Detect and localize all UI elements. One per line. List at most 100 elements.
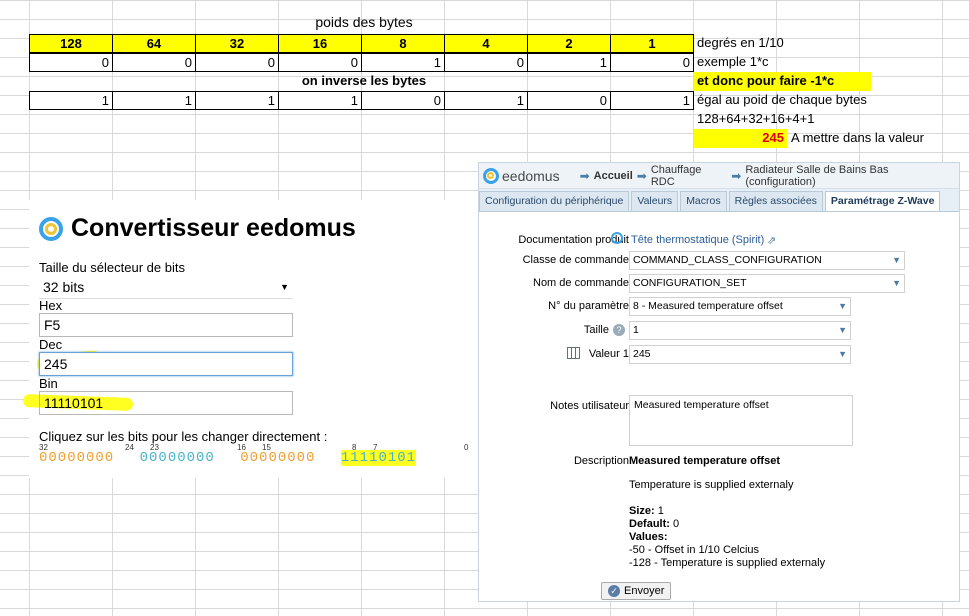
tab-values[interactable]: Valeurs: [631, 191, 679, 211]
notes-label: Notes utilisateur: [550, 400, 629, 412]
hex-input[interactable]: F5: [39, 313, 293, 337]
weight-cell[interactable]: 2: [528, 34, 611, 53]
bit-cell[interactable]: 1: [29, 91, 113, 110]
converter-title-text: Convertisseur eedomus: [71, 214, 356, 242]
size-key: Size:: [629, 505, 655, 517]
bit-cell[interactable]: 0: [445, 53, 528, 72]
external-link-icon[interactable]: ⇗: [767, 234, 776, 247]
weight-cell[interactable]: 8: [362, 34, 445, 53]
desc-details: Size: 1 Default: 0 Values: -50 - Offset …: [629, 505, 825, 570]
weight-cell[interactable]: 4: [445, 34, 528, 53]
command-class-select[interactable]: COMMAND_CLASS_CONFIGURATION ▼: [629, 250, 905, 270]
bit-cell[interactable]: 1: [445, 91, 528, 110]
doc-label: Documentation produit: [518, 234, 629, 246]
bit-selector: 00000000 00000000 00000000 11110101: [39, 450, 417, 466]
weight-cell[interactable]: 64: [113, 34, 196, 53]
converter-title: Convertisseur eedomus: [39, 214, 356, 243]
bit-cell[interactable]: 0: [113, 53, 196, 72]
default-key: Default:: [629, 518, 670, 530]
bit-size-select[interactable]: 32 bits ▼: [39, 275, 293, 299]
checkmark-icon: ✓: [608, 585, 620, 597]
bit-cell[interactable]: 0: [196, 53, 279, 72]
sheet-title: poids des bytes: [315, 14, 413, 30]
values-item: -50 - Offset in 1/10 Celcius: [629, 544, 760, 556]
weight-cell[interactable]: 16: [279, 34, 362, 53]
bit-cell[interactable]: 0: [611, 53, 694, 72]
eedomus-logo-icon: [483, 167, 499, 184]
chevron-down-icon: ▼: [838, 325, 847, 335]
note-put-in: A mettre dans la valeur: [791, 130, 924, 145]
chevron-down-icon: ▼: [838, 349, 847, 359]
chevron-down-icon: ▼: [280, 281, 289, 292]
arrow-right-icon: ➡: [579, 168, 590, 183]
brand[interactable]: eedomus: [483, 167, 560, 184]
bit-cell[interactable]: 1: [362, 53, 445, 72]
breadcrumb-item[interactable]: Chauffage RDC: [651, 164, 727, 188]
note-degrees: degrés en 1/10: [697, 35, 784, 50]
size-label: Taille du sélecteur de bits: [39, 260, 185, 275]
size-value: 1: [633, 324, 639, 336]
parameter-value: 8 - Measured temperature offset: [633, 300, 783, 312]
chevron-down-icon: ▼: [892, 278, 901, 288]
arrow-right-icon: ➡: [731, 168, 742, 183]
bit-index: 0: [464, 443, 469, 452]
size-val: 1: [657, 505, 664, 517]
bit-group[interactable]: 00000000: [140, 450, 215, 466]
bit-cell[interactable]: 1: [611, 91, 694, 110]
bit-cell[interactable]: 0: [528, 91, 611, 110]
note-result: 245: [694, 129, 787, 148]
zwave-config-panel: eedomus ➡ Accueil ➡ Chauffage RDC ➡ Radi…: [478, 162, 960, 602]
bit-cell[interactable]: 1: [279, 91, 362, 110]
tab-rules[interactable]: Règles associées: [728, 191, 823, 211]
value-label: Valeur 1: [588, 348, 629, 360]
doc-link[interactable]: Tête thermostatique (Spirit): [631, 234, 764, 246]
command-name-select[interactable]: CONFIGURATION_SET ▼: [629, 273, 905, 293]
weight-cell[interactable]: 32: [196, 34, 279, 53]
tab-zwave-settings[interactable]: Paramétrage Z-Wave: [824, 191, 941, 211]
bit-cell[interactable]: 1: [196, 91, 279, 110]
bit-size-value: 32 bits: [43, 278, 85, 295]
value-input[interactable]: 245 ▼: [629, 344, 851, 364]
breadcrumb-item[interactable]: Accueil: [594, 170, 633, 182]
desc-text: Temperature is supplied externaly: [629, 479, 794, 491]
note-minus: et donc pour faire -1*c: [694, 72, 871, 91]
send-button[interactable]: ✓ Envoyer: [601, 582, 672, 600]
dec-input[interactable]: 245: [39, 352, 293, 376]
weight-cell[interactable]: 1: [611, 34, 694, 53]
value-row: Valeur 1 245 ▼: [479, 344, 959, 364]
tab-macros[interactable]: Macros: [680, 191, 727, 211]
bit-cell[interactable]: 1: [113, 91, 196, 110]
command-class-value: COMMAND_CLASS_CONFIGURATION: [633, 254, 822, 266]
breadcrumb-item[interactable]: Radiateur Salle de Bains Bas (configurat…: [745, 164, 959, 188]
bit-group[interactable]: 00000000: [240, 450, 315, 466]
top-bar: eedomus ➡ Accueil ➡ Chauffage RDC ➡ Radi…: [479, 163, 959, 189]
note-equal: égal au poid de chaque bytes: [697, 92, 867, 107]
bit-group[interactable]: 11110101: [340, 450, 417, 466]
param-label: N° du paramètre: [548, 300, 629, 312]
chevron-down-icon: ▼: [892, 255, 901, 265]
class-label: Classe de commande: [522, 254, 629, 266]
help-icon[interactable]: ?: [613, 324, 625, 336]
dec-label: Dec: [39, 337, 63, 352]
size-select[interactable]: 1 ▼: [629, 320, 851, 340]
parameter-select[interactable]: 8 - Measured temperature offset ▼: [629, 296, 851, 316]
hex-label: Hex: [39, 298, 63, 313]
invert-label: on inverse les bytes: [301, 73, 427, 88]
bit-cell[interactable]: 0: [362, 91, 445, 110]
size-label: Taille: [583, 324, 609, 336]
bit-cell[interactable]: 0: [279, 53, 362, 72]
arrow-right-icon: ➡: [636, 168, 647, 183]
class-row: Classe de commande COMMAND_CLASS_CONFIGU…: [479, 250, 959, 270]
notes-textarea[interactable]: Measured temperature offset: [629, 395, 853, 446]
bin-input[interactable]: 11110101: [39, 391, 293, 415]
bit-group[interactable]: 00000000: [39, 450, 114, 466]
bit-cell[interactable]: 1: [528, 53, 611, 72]
tab-bar: Configuration du périphérique Valeurs Ma…: [479, 189, 959, 212]
weight-cell[interactable]: 128: [29, 34, 113, 53]
tab-device-config[interactable]: Configuration du périphérique: [479, 191, 630, 211]
command-name-value: CONFIGURATION_SET: [633, 277, 747, 289]
bit-cell[interactable]: 0: [29, 53, 113, 72]
send-label: Envoyer: [624, 585, 665, 597]
doc-row: Documentation produit Tête thermostatiqu…: [479, 230, 959, 250]
click-bits-label: Cliquez sur les bits pour les changer di…: [39, 429, 328, 444]
